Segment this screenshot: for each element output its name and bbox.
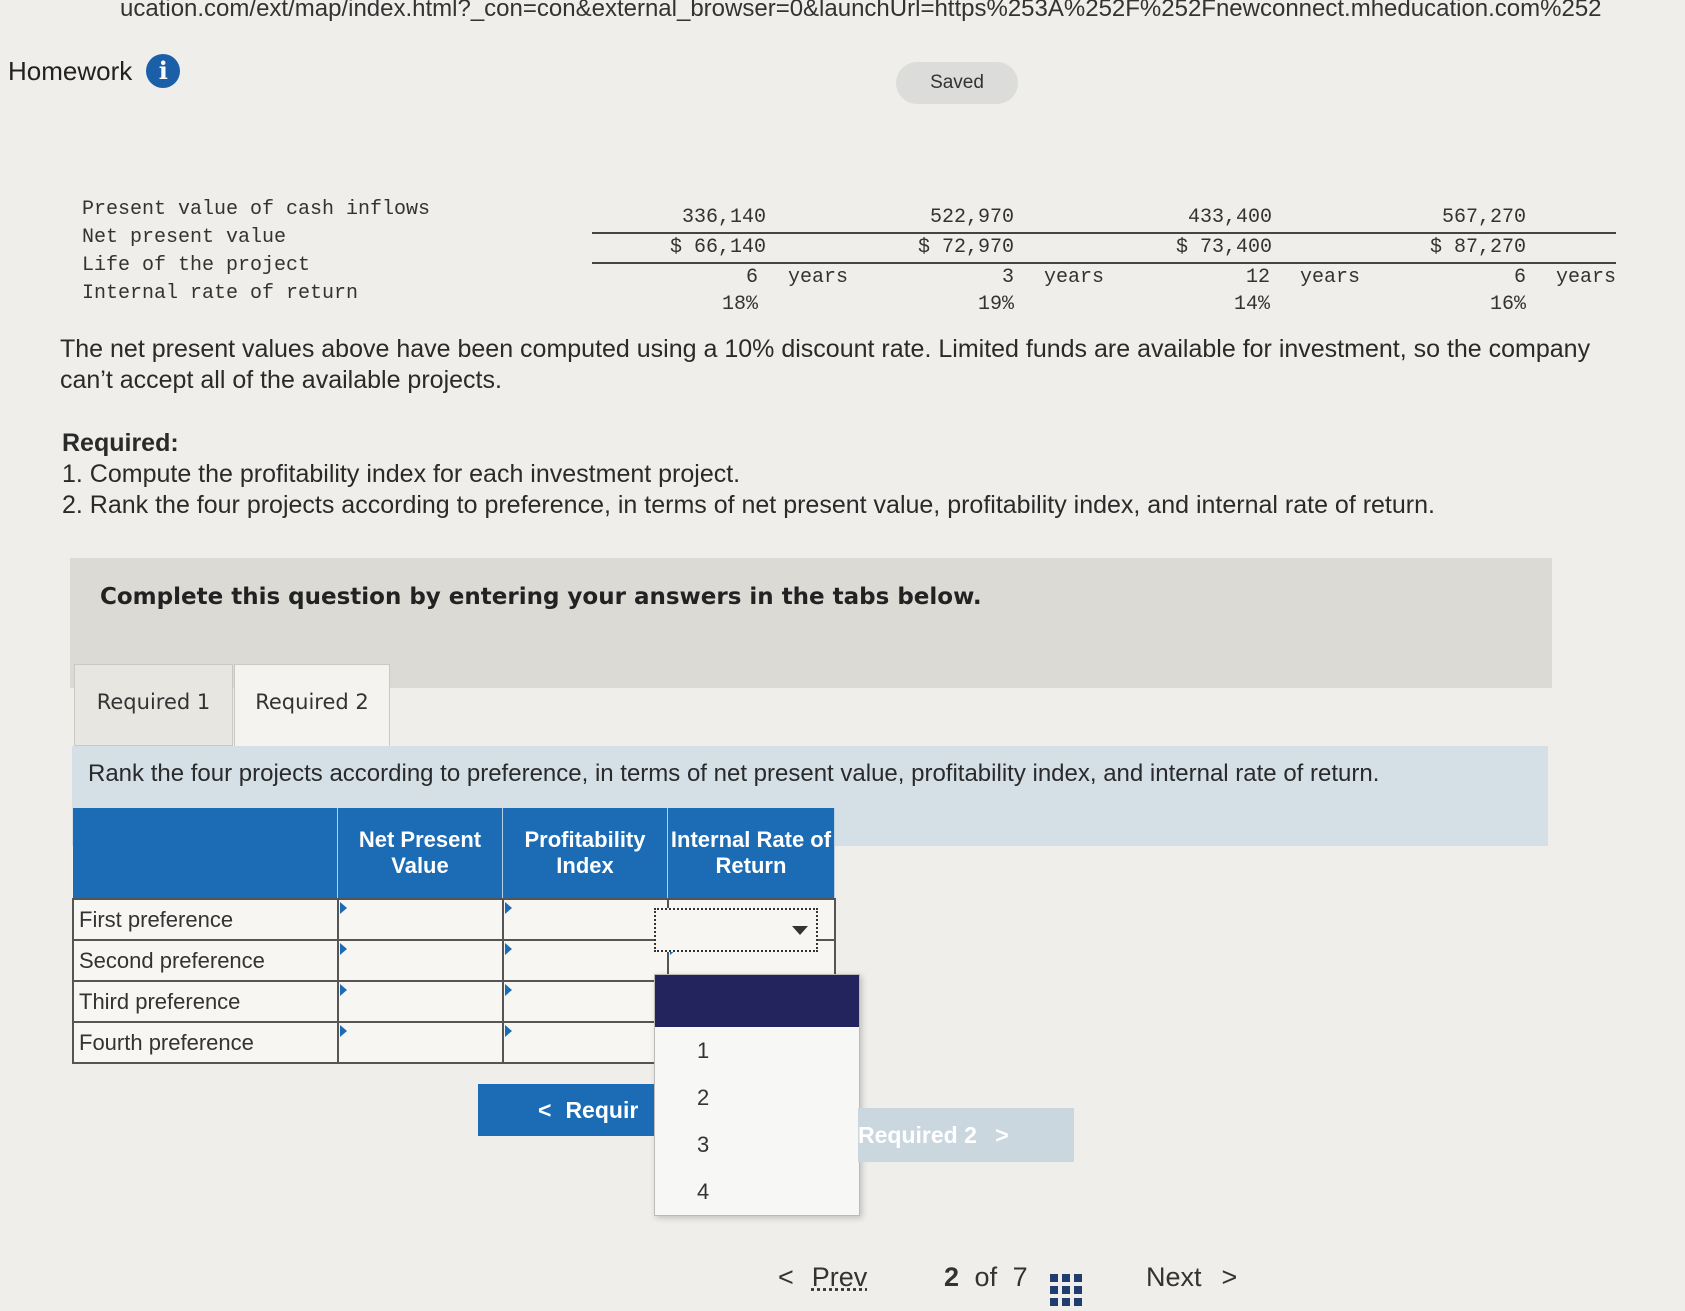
life-value: 12 [1245, 266, 1270, 289]
dropdown-option[interactable]: 4 [655, 1168, 859, 1215]
chevron-down-icon [792, 926, 808, 935]
header-profitability-index: Profitability Index [502, 808, 668, 899]
homework-header: Homework i [8, 54, 181, 88]
project-column-2: 522,970 $ 72,970 3 years 19% [848, 204, 1104, 318]
row-label: First preference [72, 898, 339, 941]
required-section: Required: 1. Compute the profitability i… [62, 428, 1662, 521]
pi-rank-input[interactable] [501, 898, 669, 941]
life-value: 6 [745, 266, 758, 289]
required-item-2: 2. Rank the four projects according to p… [62, 491, 1435, 519]
total-pages: 7 [1012, 1262, 1028, 1292]
data-row-labels: Present value of cash inflows Net presen… [82, 196, 430, 308]
life-value: 3 [1001, 266, 1014, 289]
irr-value: 19% [977, 293, 1014, 316]
chevron-left-icon: < [778, 1262, 794, 1292]
of-label: of [974, 1262, 998, 1292]
chevron-left-icon: < [538, 1097, 552, 1123]
problem-description: The net present values above have been c… [60, 335, 1591, 394]
chevron-right-icon: > [1221, 1262, 1238, 1292]
npv-value: $ 66,140 [592, 232, 848, 262]
prev-tab-button[interactable]: < Requir [478, 1084, 654, 1136]
next-tab-label: Required 2 [858, 1122, 977, 1148]
pv-inflows-value: 336,140 [681, 206, 766, 229]
pv-inflows-value: 522,970 [929, 206, 1014, 229]
npv-rank-input[interactable] [336, 1021, 504, 1064]
pv-inflows-value: 433,400 [1187, 206, 1272, 229]
project-life: 6 years [1360, 262, 1616, 292]
npv-value: $ 87,270 [1360, 232, 1616, 262]
pagination-next-label: Next [1146, 1262, 1202, 1292]
current-page: 2 [944, 1262, 960, 1292]
npv-rank-input[interactable] [336, 980, 504, 1023]
pi-rank-input[interactable] [501, 1021, 669, 1064]
row-label-life: Life of the project [82, 254, 311, 277]
rank-dropdown-menu: 1 2 3 4 [654, 974, 860, 1216]
years-unit: years [1043, 266, 1104, 289]
irr-value: 14% [1233, 293, 1270, 316]
header-irr: Internal Rate of Return [667, 808, 835, 899]
npv-rank-input[interactable] [336, 939, 504, 982]
required-item-1: 1. Compute the profitability index for e… [62, 460, 741, 488]
dropdown-option[interactable]: 1 [655, 1027, 859, 1074]
project-column-1: 336,140 $ 66,140 6 years 18% [592, 204, 848, 318]
pi-rank-input[interactable] [501, 980, 669, 1023]
dropdown-option[interactable]: 2 [655, 1074, 859, 1121]
prev-tab-label: Requir [565, 1097, 639, 1123]
irr-value: 18% [721, 293, 758, 316]
row-label-irr: Internal rate of return [82, 282, 359, 305]
instruction-text: Rank the four projects according to pref… [88, 760, 1380, 787]
complete-banner-text: Complete this question by entering your … [100, 584, 982, 610]
life-value: 6 [1513, 266, 1526, 289]
row-label-npv: Net present value [82, 226, 287, 249]
project-column-4: 567,270 $ 87,270 6 years 16% [1360, 204, 1616, 318]
pagination-prev-button[interactable]: < Prev [778, 1262, 867, 1293]
grid-icon[interactable] [1050, 1274, 1082, 1306]
npv-rank-input[interactable] [336, 898, 504, 941]
pv-inflows-value: 567,270 [1441, 206, 1526, 229]
chevron-right-icon: > [995, 1122, 1009, 1148]
tab-required-2[interactable]: Required 2 [234, 664, 390, 749]
dropdown-highlighted-option[interactable] [655, 975, 859, 1027]
info-icon[interactable]: i [146, 54, 181, 88]
pagination-next-button[interactable]: Next > [1146, 1262, 1237, 1293]
header-npv: Net Present Value [337, 808, 503, 899]
project-life: 3 years [848, 262, 1104, 292]
required-heading: Required: [62, 429, 179, 457]
next-tab-button[interactable]: Required 2 > [858, 1108, 1074, 1162]
row-label: Second preference [72, 939, 339, 982]
project-life: 12 years [1104, 262, 1360, 292]
npv-value: $ 73,400 [1104, 232, 1360, 262]
dropdown-option[interactable]: 3 [655, 1121, 859, 1168]
page-title: Homework [8, 55, 133, 86]
pagination-counter: 2 of 7 [944, 1262, 1028, 1293]
npv-value: $ 72,970 [848, 232, 1104, 262]
years-unit: years [1555, 266, 1616, 289]
project-column-3: 433,400 $ 73,400 12 years 14% [1104, 204, 1360, 318]
pi-rank-input[interactable] [501, 939, 669, 982]
row-label: Third preference [72, 980, 339, 1023]
project-life: 6 years [592, 262, 848, 292]
irr-value: 16% [1489, 293, 1526, 316]
header-blank [73, 808, 338, 899]
years-unit: years [787, 266, 848, 289]
irr-first-preference-select[interactable] [654, 908, 818, 952]
years-unit: years [1299, 266, 1360, 289]
row-label-pv-inflows: Present value of cash inflows [82, 198, 431, 221]
browser-url-bar[interactable]: ucation.com/ext/map/index.html?_con=con&… [0, 0, 1685, 22]
pagination-prev-label: Prev [811, 1262, 868, 1292]
tab-required-1[interactable]: Required 1 [74, 664, 233, 746]
row-label: Fourth preference [72, 1021, 339, 1064]
saved-status-badge: Saved [896, 62, 1018, 104]
